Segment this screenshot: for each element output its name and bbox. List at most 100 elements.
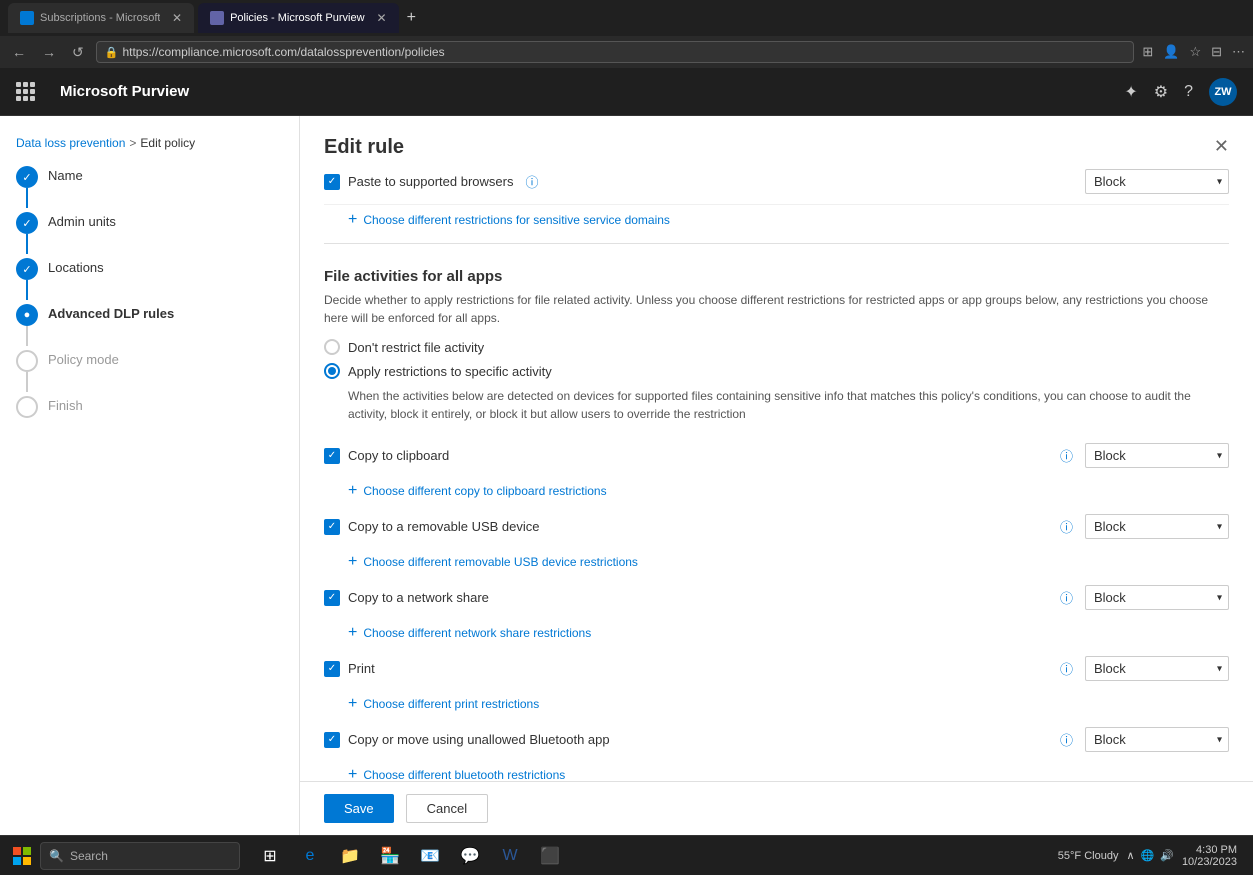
radio-dot-apply	[328, 367, 336, 375]
step-label-locations: Locations	[48, 258, 104, 275]
print-info-icon[interactable]: ⓘ	[1060, 659, 1073, 678]
radio-apply-restrictions[interactable]: Apply restrictions to specific activity	[324, 363, 1229, 379]
tab-label-2: Policies - Microsoft Purview	[230, 12, 364, 24]
add-sensitive-domains-link[interactable]: + Choose different restrictions for sens…	[324, 205, 1229, 235]
weather-condition: Cloudy	[1084, 850, 1118, 862]
taskbar: 🔍 Search ⊞ e 📁 🏪 📧 💬 W ⬛ 55°F Cloudy ∧ 🌐…	[0, 835, 1253, 875]
close-button[interactable]: ✕	[1214, 136, 1229, 157]
print-add-icon: +	[348, 695, 357, 713]
usb-add-link[interactable]: + Choose different removable USB device …	[324, 547, 1229, 577]
tab-subscriptions[interactable]: Subscriptions - Microsoft 365 a... ✕	[8, 3, 194, 33]
clipboard-label: Copy to clipboard	[348, 448, 1056, 463]
step-admin: ✓ Admin units	[16, 212, 283, 254]
system-tray-icons: ∧ 🌐 🔊	[1126, 849, 1173, 862]
bluetooth-add-label: Choose different bluetooth restrictions	[363, 768, 565, 782]
taskbar-search-bar[interactable]: 🔍 Search	[40, 842, 240, 870]
clipboard-add-link[interactable]: + Choose different copy to clipboard res…	[324, 476, 1229, 506]
bluetooth-info-icon[interactable]: ⓘ	[1060, 730, 1073, 749]
back-button[interactable]: ←	[8, 42, 30, 62]
tray-arrow-icon[interactable]: ∧	[1126, 849, 1134, 862]
tab-policies[interactable]: Policies - Microsoft Purview ✕	[198, 3, 399, 33]
network-tray-icon[interactable]: 🌐	[1141, 849, 1155, 862]
paste-browsers-dropdown-wrapper: Block Audit only Block with override ▾	[1085, 169, 1229, 194]
taskbar-icon-word[interactable]: W	[492, 838, 528, 874]
breadcrumb-parent[interactable]: Data loss prevention	[16, 136, 125, 150]
lock-icon: 🔒	[105, 46, 119, 59]
clock-widget[interactable]: 4:30 PM 10/23/2023	[1182, 844, 1237, 868]
usb-label: Copy to a removable USB device	[348, 519, 1056, 534]
print-checkbox[interactable]: ✓	[324, 661, 340, 677]
usb-dropdown[interactable]: Block Audit only Block with override	[1086, 515, 1228, 538]
breadcrumb-separator: >	[129, 136, 136, 150]
paste-browsers-checkbox-label: ✓ Paste to supported browsers ⓘ	[324, 172, 1085, 191]
taskbar-icon-explorer[interactable]: 📁	[332, 838, 368, 874]
taskbar-icon-store[interactable]: 🏪	[372, 838, 408, 874]
page-title: Edit rule	[324, 136, 404, 159]
network-checkbox[interactable]: ✓	[324, 590, 340, 606]
footer-buttons: Save Cancel	[300, 781, 1253, 835]
network-dropdown[interactable]: Block Audit only Block with override	[1086, 586, 1228, 609]
network-info-icon[interactable]: ⓘ	[1060, 588, 1073, 607]
waffle-menu[interactable]	[16, 82, 36, 102]
step-label-name: Name	[48, 166, 83, 183]
speaker-tray-icon[interactable]: 🔊	[1160, 849, 1174, 862]
radio-label-apply: Apply restrictions to specific activity	[348, 364, 552, 379]
cancel-button[interactable]: Cancel	[406, 794, 488, 823]
collections-icon[interactable]: ⊟	[1211, 44, 1222, 60]
address-text: https://compliance.microsoft.com/datalos…	[122, 45, 444, 59]
start-button[interactable]	[8, 842, 36, 870]
usb-info-icon[interactable]: ⓘ	[1060, 517, 1073, 536]
usb-checkbox[interactable]: ✓	[324, 519, 340, 535]
step-circle-finish	[16, 396, 38, 418]
taskbar-icon-widgets[interactable]: ⊞	[252, 838, 288, 874]
more-icon[interactable]: ⋯	[1232, 44, 1245, 60]
paste-browsers-info-icon[interactable]: ⓘ	[525, 172, 538, 191]
weather-widget[interactable]: 55°F Cloudy	[1058, 850, 1119, 862]
forward-button[interactable]: →	[38, 42, 60, 62]
bluetooth-dropdown[interactable]: Block Audit only Block with override	[1086, 728, 1228, 751]
content-header: Edit rule ✕	[300, 116, 1253, 159]
network-add-link[interactable]: + Choose different network share restric…	[324, 618, 1229, 648]
step-label-advanced: Advanced DLP rules	[48, 304, 174, 321]
paste-browsers-checkbox[interactable]: ✓	[324, 174, 340, 190]
help-icon[interactable]: ?	[1184, 83, 1193, 101]
print-add-link[interactable]: + Choose different print restrictions	[324, 689, 1229, 719]
clipboard-checkbox[interactable]: ✓	[324, 448, 340, 464]
taskbar-icon-outlook[interactable]: 📧	[412, 838, 448, 874]
app-container: Microsoft Purview ✦ ⚙ ? ZW Data loss pre…	[0, 68, 1253, 835]
tab-close-1[interactable]: ✕	[172, 11, 182, 25]
radio-circle-apply	[324, 363, 340, 379]
profile-icon[interactable]: 👤	[1163, 44, 1179, 60]
step-advanced: ● Advanced DLP rules	[16, 304, 283, 346]
save-button[interactable]: Save	[324, 794, 394, 823]
clipboard-dropdown[interactable]: Block Audit only Block with override	[1086, 444, 1228, 467]
user-avatar[interactable]: ZW	[1209, 78, 1237, 106]
radio-dont-restrict[interactable]: Don't restrict file activity	[324, 339, 1229, 355]
taskbar-icon-terminal[interactable]: ⬛	[532, 838, 568, 874]
file-activities-section: File activities for all apps Decide whet…	[324, 252, 1229, 831]
paste-browsers-row: ✓ Paste to supported browsers ⓘ Block Au…	[324, 159, 1229, 205]
taskbar-icon-teams[interactable]: 💬	[452, 838, 488, 874]
step-locations: ✓ Locations	[16, 258, 283, 300]
clipboard-info-icon[interactable]: ⓘ	[1060, 446, 1073, 465]
new-tab-button[interactable]: +	[407, 9, 416, 27]
print-dropdown[interactable]: Block Audit only Block with override	[1086, 657, 1228, 680]
usb-add-icon: +	[348, 553, 357, 571]
settings-icon[interactable]: ⚙	[1154, 82, 1168, 102]
refresh-button[interactable]: ↺	[68, 42, 88, 63]
activity-row-clipboard: ✓ Copy to clipboard ⓘ Block Audit only B…	[324, 435, 1229, 476]
network-add-icon: +	[348, 624, 357, 642]
weather-temp: 55°F	[1058, 850, 1081, 862]
clipboard-dropdown-wrapper: Block Audit only Block with override ▾	[1085, 443, 1229, 468]
favorites-icon[interactable]: ☆	[1189, 44, 1201, 60]
browser-nav-icons: ⊞ 👤 ☆ ⊟ ⋯	[1142, 44, 1245, 60]
step-label-finish: Finish	[48, 396, 83, 413]
tab-close-2[interactable]: ✕	[377, 11, 387, 25]
paste-browsers-dropdown[interactable]: Block Audit only Block with override	[1086, 170, 1228, 193]
clock-date: 10/23/2023	[1182, 856, 1237, 868]
sparkle-icon[interactable]: ✦	[1124, 82, 1137, 102]
extensions-icon[interactable]: ⊞	[1142, 44, 1153, 60]
address-bar[interactable]: 🔒 https://compliance.microsoft.com/datal…	[96, 41, 1135, 63]
taskbar-icon-edge[interactable]: e	[292, 838, 328, 874]
bluetooth-checkbox[interactable]: ✓	[324, 732, 340, 748]
